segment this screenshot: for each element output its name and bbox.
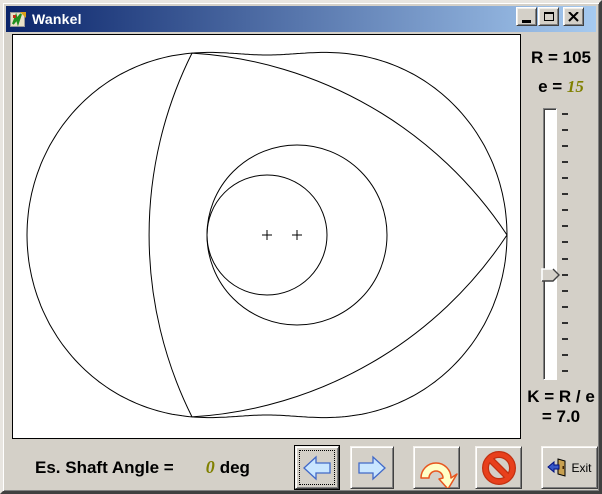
exit-button[interactable]: Exit <box>541 446 598 489</box>
slider-tick <box>562 129 568 131</box>
k-value-text: = 7.0 <box>521 407 601 427</box>
window-title: Wankel <box>32 11 82 27</box>
slider-tick <box>562 193 568 195</box>
e-value-text: e = 15 <box>521 77 601 97</box>
shaft-angle-value: 0 <box>206 457 215 478</box>
step-forward-button[interactable] <box>350 446 394 489</box>
maximize-icon <box>544 12 554 21</box>
titlebar[interactable]: Wankel <box>6 6 596 32</box>
slider-tick <box>562 209 568 211</box>
exit-button-label: Exit <box>571 461 591 475</box>
exit-door-icon <box>547 458 567 477</box>
minimize-icon <box>522 20 531 23</box>
wankel-geometry-drawing <box>13 35 520 438</box>
rotor-triangle-curve <box>149 53 507 417</box>
wankel-window: Wankel R = 105 e = 15 K = R / e = 7.0 <box>0 0 602 494</box>
rotor-diagram-canvas <box>12 34 521 439</box>
slider-tick <box>562 290 568 292</box>
rotate-button[interactable] <box>413 446 460 489</box>
slider-tick <box>562 338 568 340</box>
slider-tick <box>562 370 568 372</box>
close-icon <box>568 12 579 22</box>
minimize-button[interactable] <box>516 7 537 26</box>
slider-tick <box>562 322 568 324</box>
e-slider-thumb[interactable] <box>541 268 561 282</box>
slider-tick <box>562 354 568 356</box>
e-value: 15 <box>567 77 584 96</box>
slider-tick <box>562 258 568 260</box>
rotate-arrow-icon <box>415 448 459 488</box>
slider-tick <box>562 306 568 308</box>
slider-tick <box>562 241 568 243</box>
shaft-angle-readout: Es. Shaft Angle = 0 deg <box>35 457 250 477</box>
shaft-angle-unit: deg <box>220 458 250 478</box>
shaft-angle-label: Es. Shaft Angle = <box>35 458 174 478</box>
app-icon <box>10 11 27 28</box>
r-value-text: R = 105 <box>521 48 601 68</box>
stop-button[interactable] <box>475 446 522 489</box>
arrow-right-icon <box>356 454 388 482</box>
k-formula-text: K = R / e <box>521 387 601 407</box>
close-button[interactable] <box>563 7 584 26</box>
e-slider-track[interactable] <box>543 108 557 380</box>
center-cross-marks <box>262 230 302 240</box>
slider-tick <box>562 177 568 179</box>
maximize-button[interactable] <box>538 7 559 26</box>
slider-tick <box>562 161 568 163</box>
slider-tick <box>562 145 568 147</box>
stop-icon <box>481 450 517 486</box>
slider-tick <box>562 274 568 276</box>
step-back-button[interactable] <box>295 446 339 489</box>
arrow-left-icon <box>301 454 333 482</box>
slider-tick <box>562 225 568 227</box>
slider-tick <box>562 113 568 115</box>
